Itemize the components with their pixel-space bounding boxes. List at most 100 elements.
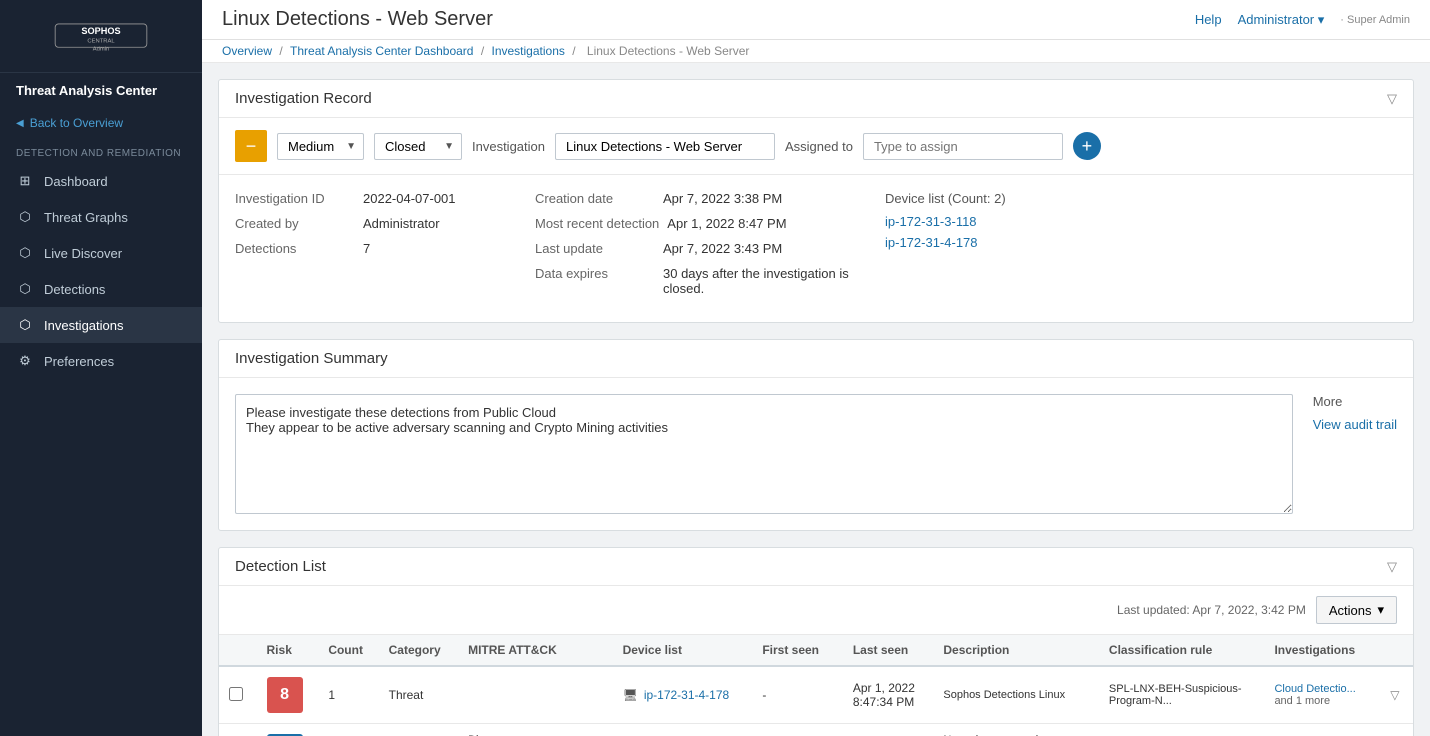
threat-graphs-icon: ⬡	[16, 209, 34, 225]
col-device: Device list	[613, 635, 753, 666]
description-cell: Sophos Detections Linux	[933, 666, 1099, 724]
col-mitre: MITRE ATT&CK	[458, 635, 612, 666]
device-link-1[interactable]: ip-172-31-3-118	[885, 214, 1377, 229]
device-link-2[interactable]: ip-172-31-4-178	[885, 235, 1377, 250]
detail-group-right: Device list (Count: 2) ip-172-31-3-118 i…	[885, 191, 1397, 306]
severity-select[interactable]: Low Medium High Critical	[277, 133, 364, 160]
back-arrow-icon: ◀	[16, 118, 24, 129]
investigation-details: Investigation ID 2022-04-07-001 Created …	[219, 175, 1413, 322]
row-expand-icon[interactable]: ▽	[1390, 688, 1399, 702]
investigation-link[interactable]: Cloud Detectio...	[1274, 683, 1366, 695]
investigation-name-input[interactable]	[555, 133, 775, 160]
col-investigations: Investigations	[1264, 635, 1376, 666]
device-cell: 🖥 ip-172-31-3-118 and 1 more	[613, 724, 753, 736]
last-update-value: Apr 7, 2022 3:43 PM	[663, 241, 782, 256]
actions-chevron-icon: ▾	[1377, 602, 1384, 618]
tac-header: Threat Analysis Center	[0, 73, 202, 108]
detection-list-card: Detection List ▽ Last updated: Apr 7, 20…	[218, 547, 1414, 736]
col-count: Count	[318, 635, 378, 666]
risk-cell: 8	[257, 666, 319, 724]
data-expires-row: Data expires 30 days after the investiga…	[535, 266, 865, 296]
category-cell: Threat	[379, 724, 458, 736]
minus-button[interactable]: −	[235, 130, 267, 162]
investigations-icon: ⬡	[16, 317, 34, 333]
sidebar-item-label: Investigations	[44, 318, 124, 333]
back-label: Back to Overview	[30, 116, 123, 130]
detail-group-left: Investigation ID 2022-04-07-001 Created …	[235, 191, 535, 306]
col-first-seen: First seen	[752, 635, 843, 666]
risk-badge: 8	[267, 677, 303, 713]
last-updated-label: Last updated: Apr 7, 2022, 3:42 PM	[1117, 603, 1306, 617]
assigned-label: Assigned to	[785, 139, 853, 154]
detections-label: Detections	[235, 241, 355, 256]
detections-icon: ⬡	[16, 281, 34, 297]
risk-cell: 4	[257, 724, 319, 736]
first-seen-cell: -	[752, 666, 843, 724]
breadcrumb-tac[interactable]: Threat Analysis Center Dashboard	[290, 44, 473, 58]
collapse-investigation-icon[interactable]: ▽	[1387, 91, 1397, 107]
most-recent-label: Most recent detection	[535, 216, 659, 231]
help-menu[interactable]: Help	[1195, 12, 1222, 27]
super-admin-label: · Super Admin	[1340, 14, 1410, 26]
detection-list-header: Detection List ▽	[219, 548, 1413, 586]
creation-date-value: Apr 7, 2022 3:38 PM	[663, 191, 782, 206]
main-content: Linux Detections - Web Server Help Admin…	[202, 0, 1430, 736]
detections-value: 7	[363, 241, 370, 256]
row-checkbox-cell	[219, 724, 257, 736]
summary-textarea[interactable]: Please investigate these detections from…	[235, 394, 1293, 514]
investigations-cell: Network scan... and 1 more	[1264, 724, 1376, 736]
investigation-id-value: 2022-04-07-001	[363, 191, 456, 206]
last-update-label: Last update	[535, 241, 655, 256]
description-cell: Nmap is a reconnaissance tool used to sc…	[933, 724, 1099, 736]
sidebar-item-label: Preferences	[44, 354, 114, 369]
investigation-record-header: Investigation Record ▽	[219, 80, 1413, 118]
sidebar-item-live-discover[interactable]: ⬡ Live Discover	[0, 235, 202, 271]
breadcrumb: Overview / Threat Analysis Center Dashbo…	[202, 40, 1430, 63]
breadcrumb-overview[interactable]: Overview	[222, 44, 272, 58]
sidebar-logo: SOPHOS CENTRAL Admin	[0, 0, 202, 73]
expand-cell: ▽	[1376, 666, 1413, 724]
created-by-row: Created by Administrator	[235, 216, 515, 231]
most-recent-row: Most recent detection Apr 1, 2022 8:47 P…	[535, 216, 865, 231]
sidebar-item-dashboard[interactable]: ⊞ Dashboard	[0, 163, 202, 199]
preferences-icon: ⚙	[16, 353, 34, 369]
last-update-row: Last update Apr 7, 2022 3:43 PM	[535, 241, 865, 256]
row-checkbox[interactable]	[229, 687, 243, 701]
status-select-wrapper: Open Closed On Hold ▼	[374, 133, 462, 160]
assign-input[interactable]	[863, 133, 1063, 160]
investigation-record-card: Investigation Record ▽ − Low Medium High…	[218, 79, 1414, 323]
sidebar-item-threat-graphs[interactable]: ⬡ Threat Graphs	[0, 199, 202, 235]
sidebar-item-preferences[interactable]: ⚙ Preferences	[0, 343, 202, 379]
col-last-seen: Last seen	[843, 635, 934, 666]
expand-cell: ▽	[1376, 724, 1413, 736]
view-audit-trail-link[interactable]: View audit trail	[1313, 417, 1397, 432]
investigation-record-title: Investigation Record	[235, 90, 372, 107]
actions-button[interactable]: Actions ▾	[1316, 596, 1397, 624]
collapse-detection-icon[interactable]: ▽	[1387, 559, 1397, 575]
mitre-cell	[458, 666, 612, 724]
investigation-controls: − Low Medium High Critical ▼ Open Closed…	[219, 118, 1413, 175]
sidebar-item-investigations[interactable]: ⬡ Investigations	[0, 307, 202, 343]
status-select[interactable]: Open Closed On Hold	[374, 133, 462, 160]
summary-content: Please investigate these detections from…	[219, 378, 1413, 530]
back-to-overview[interactable]: ◀ Back to Overview	[0, 108, 202, 138]
detail-group-middle: Creation date Apr 7, 2022 3:38 PM Most r…	[535, 191, 885, 306]
detections-row: Detections 7	[235, 241, 515, 256]
breadcrumb-investigations[interactable]: Investigations	[491, 44, 564, 58]
mitre-cell: Discovery System Network Configuration D…	[458, 724, 612, 736]
col-checkbox	[219, 635, 257, 666]
sidebar-item-label: Live Discover	[44, 246, 122, 261]
add-assign-button[interactable]: +	[1073, 132, 1101, 160]
investigation-more: and 1 more	[1274, 695, 1366, 707]
creation-date-row: Creation date Apr 7, 2022 3:38 PM	[535, 191, 865, 206]
device-link[interactable]: ip-172-31-4-178	[644, 688, 729, 702]
investigations-cell: Cloud Detectio... and 1 more	[1264, 666, 1376, 724]
table-row: 4 6 Threat Discovery System Network Conf…	[219, 724, 1413, 736]
created-by-label: Created by	[235, 216, 355, 231]
svg-text:SOPHOS: SOPHOS	[81, 26, 120, 36]
investigation-label: Investigation	[472, 139, 545, 154]
col-risk: Risk	[257, 635, 319, 666]
more-label: More	[1313, 394, 1397, 409]
sidebar-item-detections[interactable]: ⬡ Detections	[0, 271, 202, 307]
admin-menu[interactable]: Administrator ▾	[1238, 12, 1325, 28]
